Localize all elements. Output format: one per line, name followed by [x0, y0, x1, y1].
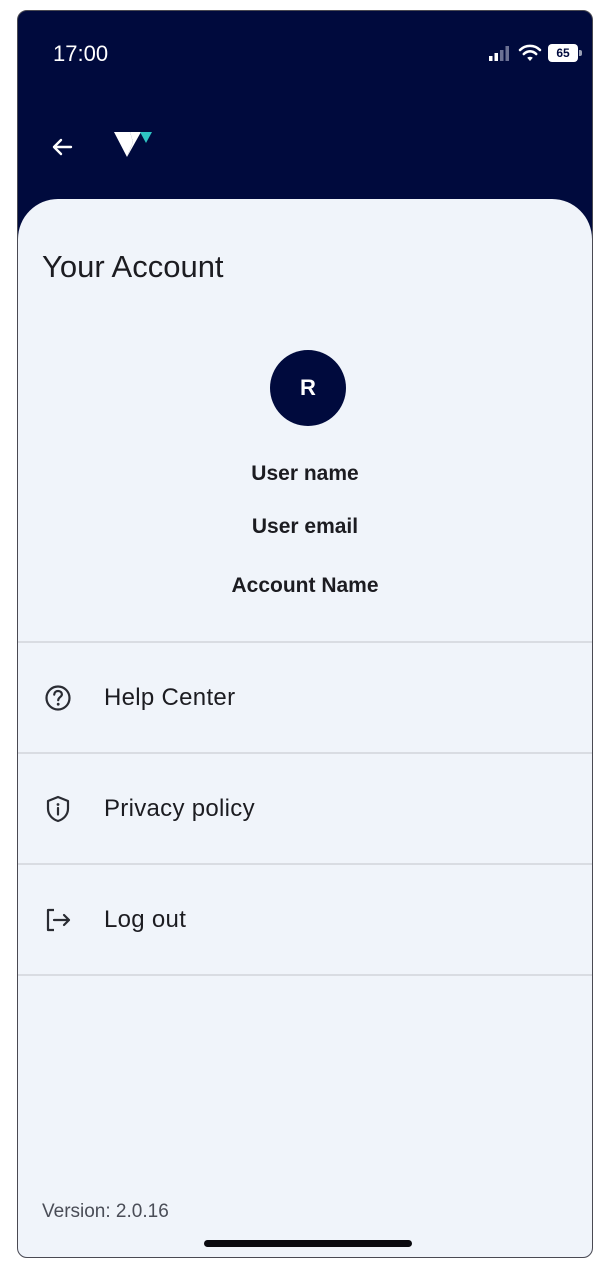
user-name: User name — [251, 462, 359, 485]
status-time: 17:00 — [53, 41, 109, 66]
account-sheet: Your Account R User name User email Acco… — [18, 199, 592, 1257]
app-bar — [18, 111, 592, 181]
menu-item-log-out[interactable]: Log out — [18, 864, 592, 974]
logout-icon — [46, 908, 71, 932]
v-logo-icon — [114, 132, 152, 157]
signal-icon — [489, 46, 509, 61]
menu-item-label: Privacy policy — [104, 795, 255, 822]
menu-item-privacy-policy[interactable]: Privacy policy — [18, 753, 592, 863]
shield-info-icon — [46, 795, 70, 823]
menu-item-label: Help Center — [104, 684, 236, 711]
wifi-icon — [518, 44, 542, 61]
menu-item-help-center[interactable]: Help Center — [18, 642, 592, 752]
page-title: Your Account — [42, 249, 224, 284]
help-circle-icon — [45, 685, 71, 711]
account-name: Account Name — [231, 574, 379, 597]
app-version: Version: 2.0.16 — [42, 1201, 169, 1222]
user-email: User email — [251, 515, 359, 538]
status-icons: 65 — [488, 41, 582, 65]
status-bar: 17:00 65 — [18, 11, 592, 91]
back-button[interactable] — [46, 131, 78, 163]
battery-icon: 65 — [548, 44, 582, 62]
menu-item-label: Log out — [104, 906, 187, 933]
phone-screen: 17:00 65 Your Account R User name User e… — [17, 10, 593, 1258]
divider — [18, 974, 592, 976]
avatar: R — [270, 350, 346, 426]
arrow-left-icon — [52, 138, 73, 156]
home-indicator[interactable] — [204, 1240, 412, 1247]
